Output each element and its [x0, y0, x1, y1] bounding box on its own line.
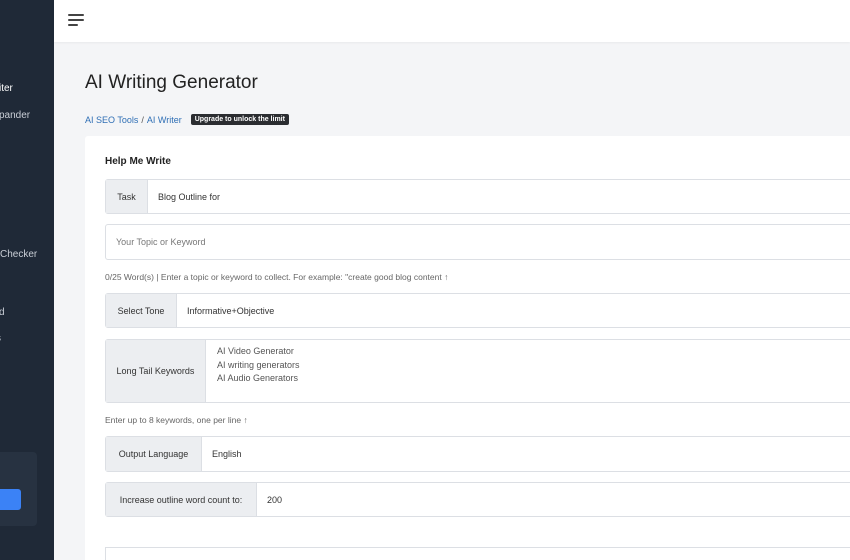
top-bar: [54, 0, 850, 42]
keywords-values[interactable]: AI Video Generator AI writing generators…: [206, 340, 300, 402]
topic-input[interactable]: Your Topic or Keyword: [105, 224, 850, 260]
sidebar-item-checker[interactable]: Checker: [0, 249, 37, 260]
wordcount-input[interactable]: Increase outline word count to: 200: [105, 482, 850, 517]
page-title: AI Writing Generator: [85, 72, 258, 93]
keywords-label: Long Tail Keywords: [106, 340, 206, 402]
breadcrumb-link-ai-writer[interactable]: AI Writer: [147, 115, 182, 125]
keyword-item: AI Audio Generators: [217, 373, 299, 383]
breadcrumb: AI SEO Tools / AI Writer Upgrade to unlo…: [85, 114, 289, 125]
output-area[interactable]: [105, 547, 850, 560]
keywords-textarea[interactable]: Long Tail Keywords AI Video Generator AI…: [105, 339, 850, 403]
task-value[interactable]: Blog Outline for: [148, 180, 220, 213]
topic-placeholder[interactable]: Your Topic or Keyword: [106, 225, 206, 259]
sidebar: iter pander Checker d s: [0, 0, 54, 560]
language-select[interactable]: Output Language English: [105, 436, 850, 472]
tone-value[interactable]: Informative+Objective: [177, 294, 274, 327]
menu-icon[interactable]: [68, 14, 85, 27]
upgrade-badge[interactable]: Upgrade to unlock the limit: [190, 114, 289, 125]
keyword-item: AI writing generators: [217, 359, 300, 370]
language-value[interactable]: English: [202, 437, 242, 471]
language-label: Output Language: [106, 437, 202, 471]
sidebar-upgrade-button[interactable]: [0, 489, 21, 510]
topic-help-text: 0/25 Word(s) | Enter a topic or keyword …: [105, 272, 449, 282]
sidebar-item-ai-writer[interactable]: iter: [0, 83, 13, 94]
keywords-help-text: Enter up to 8 keywords, one per line ↑: [105, 415, 248, 425]
breadcrumb-link-seo-tools[interactable]: AI SEO Tools: [85, 115, 138, 125]
wordcount-label: Increase outline word count to:: [106, 483, 257, 516]
help-me-write-card: Help Me Write Task Blog Outline for Your…: [85, 136, 850, 560]
sidebar-item-s[interactable]: s: [0, 333, 1, 344]
task-label: Task: [106, 180, 148, 213]
sidebar-item-expander[interactable]: pander: [0, 110, 30, 121]
wordcount-value[interactable]: 200: [257, 483, 282, 516]
sidebar-item-d[interactable]: d: [0, 307, 5, 318]
task-field[interactable]: Task Blog Outline for: [105, 179, 850, 214]
keyword-item: AI Video Generator: [217, 346, 294, 356]
breadcrumb-separator: /: [141, 114, 144, 125]
tone-label: Select Tone: [106, 294, 177, 327]
tone-select[interactable]: Select Tone Informative+Objective: [105, 293, 850, 328]
card-title: Help Me Write: [105, 156, 171, 167]
